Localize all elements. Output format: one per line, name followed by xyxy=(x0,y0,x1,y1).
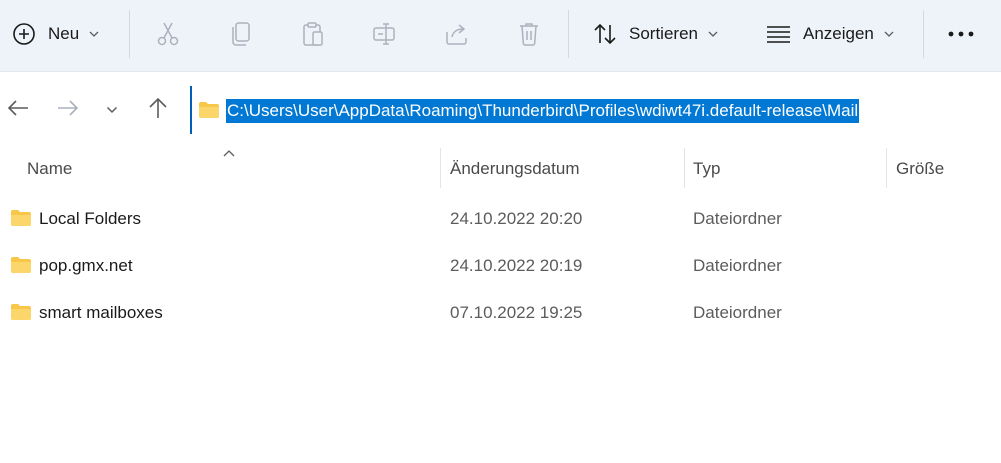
chevron-down-icon xyxy=(106,101,118,119)
file-date: 24.10.2022 20:20 xyxy=(450,209,583,228)
more-options-button[interactable] xyxy=(944,14,978,54)
folder-icon xyxy=(10,256,32,279)
chevron-down-icon xyxy=(884,30,894,38)
sort-button[interactable]: Sortieren xyxy=(592,14,730,54)
view-lines-icon xyxy=(766,25,791,43)
clipboard-icon xyxy=(301,21,325,47)
sort-arrows-icon xyxy=(592,22,618,46)
share-button[interactable] xyxy=(441,14,473,54)
file-name: pop.gmx.net xyxy=(39,256,133,275)
folder-icon xyxy=(10,209,32,232)
rename-button[interactable] xyxy=(369,14,401,54)
folder-icon xyxy=(198,101,220,124)
folder-icon xyxy=(10,303,32,326)
share-icon xyxy=(444,22,470,46)
toolbar-divider xyxy=(568,10,569,58)
sort-button-label: Sortieren xyxy=(629,24,698,43)
toolbar-divider xyxy=(923,10,924,58)
view-button-label: Anzeigen xyxy=(803,24,874,43)
delete-button[interactable] xyxy=(513,14,545,54)
column-header-size-label: Größe xyxy=(896,159,945,178)
navigation-bar: C:\Users\User\AppData\Roaming\Thunderbir… xyxy=(0,72,1001,142)
back-button[interactable] xyxy=(0,90,36,130)
column-header-name-label: Name xyxy=(27,159,73,178)
recent-locations-button[interactable] xyxy=(94,90,130,130)
new-button-label: Neu xyxy=(48,24,80,43)
table-row[interactable]: smart mailboxes 07.10.2022 19:25 Dateior… xyxy=(0,291,1001,335)
address-bar[interactable]: C:\Users\User\AppData\Roaming\Thunderbir… xyxy=(190,86,1001,134)
file-type: Dateiordner xyxy=(693,256,782,275)
command-bar: Neu Sortieren Anzeigen xyxy=(0,0,1001,72)
file-type: Dateiordner xyxy=(693,303,782,322)
up-button[interactable] xyxy=(140,90,176,130)
chevron-down-icon xyxy=(89,30,99,38)
column-header-name[interactable]: Name xyxy=(0,152,440,186)
cut-button[interactable] xyxy=(152,14,184,54)
chevron-down-icon xyxy=(708,30,718,38)
file-date: 07.10.2022 19:25 xyxy=(450,303,583,322)
arrow-left-icon xyxy=(7,99,29,122)
file-date: 24.10.2022 20:19 xyxy=(450,256,583,275)
table-row[interactable]: pop.gmx.net 24.10.2022 20:19 Dateiordner xyxy=(0,244,1001,288)
plus-circle-icon xyxy=(12,22,36,46)
forward-button[interactable] xyxy=(50,90,86,130)
paste-button[interactable] xyxy=(297,14,329,54)
new-button[interactable]: Neu xyxy=(12,14,114,54)
more-dots-icon xyxy=(948,31,974,37)
trash-icon xyxy=(517,21,541,47)
column-header-date[interactable]: Änderungsdatum xyxy=(441,152,684,186)
rename-icon xyxy=(372,22,398,46)
copy-icon xyxy=(230,21,252,47)
column-header-type-label: Typ xyxy=(693,159,721,178)
table-row[interactable]: Local Folders 24.10.2022 20:20 Dateiordn… xyxy=(0,197,1001,241)
column-header-type[interactable]: Typ xyxy=(685,152,886,186)
toolbar-divider xyxy=(129,10,130,58)
column-header-date-label: Änderungsdatum xyxy=(450,159,580,178)
arrow-up-icon xyxy=(148,97,168,124)
view-button[interactable]: Anzeigen xyxy=(766,14,902,54)
file-name: Local Folders xyxy=(39,209,142,228)
column-header-size[interactable]: Größe xyxy=(887,152,1001,186)
file-name: smart mailboxes xyxy=(39,303,163,322)
scissors-icon xyxy=(156,21,180,47)
copy-button[interactable] xyxy=(225,14,257,54)
arrow-right-icon xyxy=(57,99,79,122)
file-type: Dateiordner xyxy=(693,209,782,228)
address-path[interactable]: C:\Users\User\AppData\Roaming\Thunderbir… xyxy=(226,99,860,123)
